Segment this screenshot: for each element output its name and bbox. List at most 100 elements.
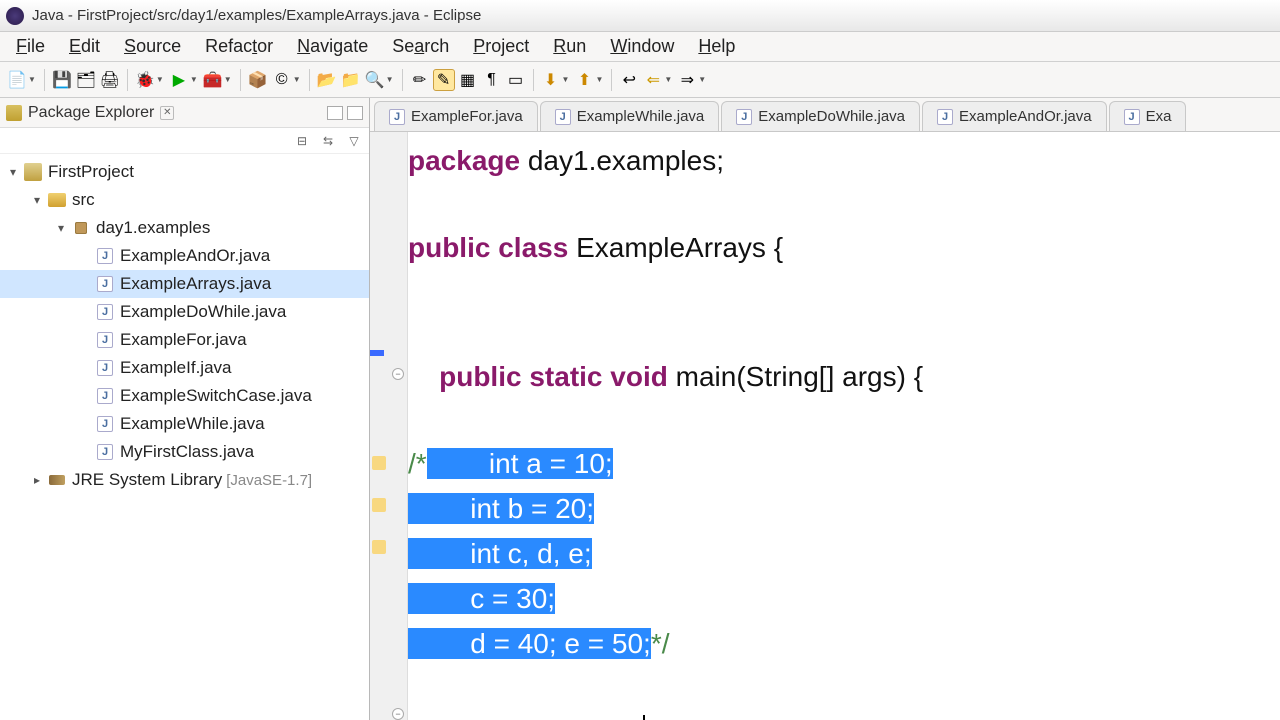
back-button[interactable]: ⇐ [642, 69, 664, 91]
fold-icon[interactable]: − [392, 368, 404, 380]
fold-icon[interactable]: − [392, 708, 404, 720]
save-all-button[interactable]: 🗂 [75, 69, 97, 91]
code-text: ExampleArrays { [568, 232, 783, 263]
dropdown-icon[interactable]: ▼ [698, 75, 706, 84]
selected-code: int c, d, e; [408, 538, 592, 569]
prev-annotation-button[interactable]: ⬆ [573, 69, 595, 91]
editor-tabs: ExampleFor.java ExampleWhile.java Exampl… [370, 98, 1280, 132]
src-label: src [72, 190, 95, 210]
java-file-icon [96, 443, 114, 461]
menu-run[interactable]: Run [541, 32, 598, 61]
panel-toolbar: ⊟ ⇆ ▽ [0, 128, 369, 154]
dropdown-icon[interactable]: ▼ [293, 75, 301, 84]
open-task-button[interactable]: 📁 [340, 69, 362, 91]
menu-file[interactable]: File [4, 32, 57, 61]
editor-gutter[interactable]: − − [370, 132, 408, 720]
new-package-button[interactable]: 📦 [247, 69, 269, 91]
tree-file[interactable]: ExampleSwitchCase.java [0, 382, 369, 410]
warning-marker-icon[interactable] [372, 456, 386, 470]
file-label: ExampleAndOr.java [120, 246, 270, 266]
maximize-button[interactable] [347, 106, 363, 120]
code-editor[interactable]: package day1.examples; public class Exam… [408, 132, 1280, 720]
external-tools-button[interactable]: 🧰 [202, 69, 224, 91]
tree-file[interactable]: ExampleAndOr.java [0, 242, 369, 270]
editor-tab[interactable]: Exa [1109, 101, 1187, 131]
search-button[interactable]: 🔍 [364, 69, 386, 91]
dropdown-icon[interactable]: ▼ [386, 75, 394, 84]
file-label: ExampleWhile.java [120, 414, 265, 434]
new-class-button[interactable]: © [271, 69, 293, 91]
menu-source[interactable]: Source [112, 32, 193, 61]
expand-icon[interactable]: ▸ [34, 473, 48, 487]
tree-file[interactable]: ExampleArrays.java [0, 270, 369, 298]
dropdown-icon[interactable]: ▼ [595, 75, 603, 84]
tree-file[interactable]: ExampleDoWhile.java [0, 298, 369, 326]
new-button[interactable]: 📄 [6, 69, 28, 91]
toggle-mark-button[interactable]: ✏ [409, 69, 431, 91]
dropdown-icon[interactable]: ▼ [28, 75, 36, 84]
editor-tab[interactable]: ExampleWhile.java [540, 101, 720, 131]
titlebar: Java - FirstProject/src/day1/examples/Ex… [0, 0, 1280, 32]
tab-label: ExampleDoWhile.java [758, 108, 905, 125]
tree-file[interactable]: ExampleFor.java [0, 326, 369, 354]
java-file-icon [1124, 109, 1140, 125]
next-annotation-button[interactable]: ⬇ [540, 69, 562, 91]
file-label: MyFirstClass.java [120, 442, 254, 462]
close-view-button[interactable]: ✕ [160, 106, 174, 120]
menu-navigate[interactable]: Navigate [285, 32, 380, 61]
print-button[interactable]: 🖨 [99, 69, 121, 91]
eclipse-icon [6, 7, 24, 25]
expand-icon[interactable]: ▾ [58, 221, 72, 235]
debug-button[interactable]: 🐞 [134, 69, 156, 91]
code-area: − − package day1.examples; public class … [370, 132, 1280, 720]
comment-start: /* [408, 448, 427, 479]
warning-marker-icon[interactable] [372, 498, 386, 512]
tree-jre[interactable]: ▸ JRE System Library [JavaSE-1.7] [0, 466, 369, 494]
minimize-button[interactable] [327, 106, 343, 120]
expand-icon[interactable]: ▾ [10, 165, 24, 179]
tree-src[interactable]: ▾ src [0, 186, 369, 214]
menu-window[interactable]: Window [598, 32, 686, 61]
tree-package[interactable]: ▾ day1.examples [0, 214, 369, 242]
editor-tab[interactable]: ExampleAndOr.java [922, 101, 1107, 131]
expand-icon[interactable]: ▾ [34, 193, 48, 207]
dropdown-icon[interactable]: ▼ [562, 75, 570, 84]
code-text: day1.examples; [520, 145, 724, 176]
link-editor-button[interactable]: ⇆ [319, 132, 337, 150]
folder-icon [48, 193, 66, 207]
tree-file[interactable]: ExampleWhile.java [0, 410, 369, 438]
show-whitespace-button[interactable]: ¶ [481, 69, 503, 91]
toggle-highlight-button[interactable]: ✎ [433, 69, 455, 91]
menu-help[interactable]: Help [686, 32, 747, 61]
project-tree[interactable]: ▾ FirstProject ▾ src ▾ day1.examples Exa… [0, 154, 369, 720]
open-type-button[interactable]: 📂 [316, 69, 338, 91]
menu-search[interactable]: Search [380, 32, 461, 61]
collapse-all-button[interactable]: ⊟ [293, 132, 311, 150]
editor-tab[interactable]: ExampleDoWhile.java [721, 101, 920, 131]
menu-refactor[interactable]: Refactor [193, 32, 285, 61]
dropdown-icon[interactable]: ▼ [190, 75, 198, 84]
menu-project[interactable]: Project [461, 32, 541, 61]
run-button[interactable]: ▶ [168, 69, 190, 91]
keyword: public [439, 361, 521, 392]
menu-edit[interactable]: Edit [57, 32, 112, 61]
dropdown-icon[interactable]: ▼ [664, 75, 672, 84]
tab-label: ExampleFor.java [411, 108, 523, 125]
view-menu-button[interactable]: ▽ [345, 132, 363, 150]
dropdown-icon[interactable]: ▼ [156, 75, 164, 84]
warning-marker-icon[interactable] [372, 540, 386, 554]
tree-project[interactable]: ▾ FirstProject [0, 158, 369, 186]
jre-label: JRE System Library [72, 470, 222, 490]
toggle-breadcrumb-button[interactable]: ▭ [505, 69, 527, 91]
package-explorer-icon [6, 105, 22, 121]
save-button[interactable]: 💾 [51, 69, 73, 91]
forward-button[interactable]: ⇒ [676, 69, 698, 91]
toggle-block-button[interactable]: ▦ [457, 69, 479, 91]
tree-file[interactable]: ExampleIf.java [0, 354, 369, 382]
tree-file[interactable]: MyFirstClass.java [0, 438, 369, 466]
editor-tab[interactable]: ExampleFor.java [374, 101, 538, 131]
selected-code: int a = 10; [427, 448, 613, 479]
dropdown-icon[interactable]: ▼ [224, 75, 232, 84]
editor-area: ExampleFor.java ExampleWhile.java Exampl… [370, 98, 1280, 720]
last-edit-button[interactable]: ↩ [618, 69, 640, 91]
